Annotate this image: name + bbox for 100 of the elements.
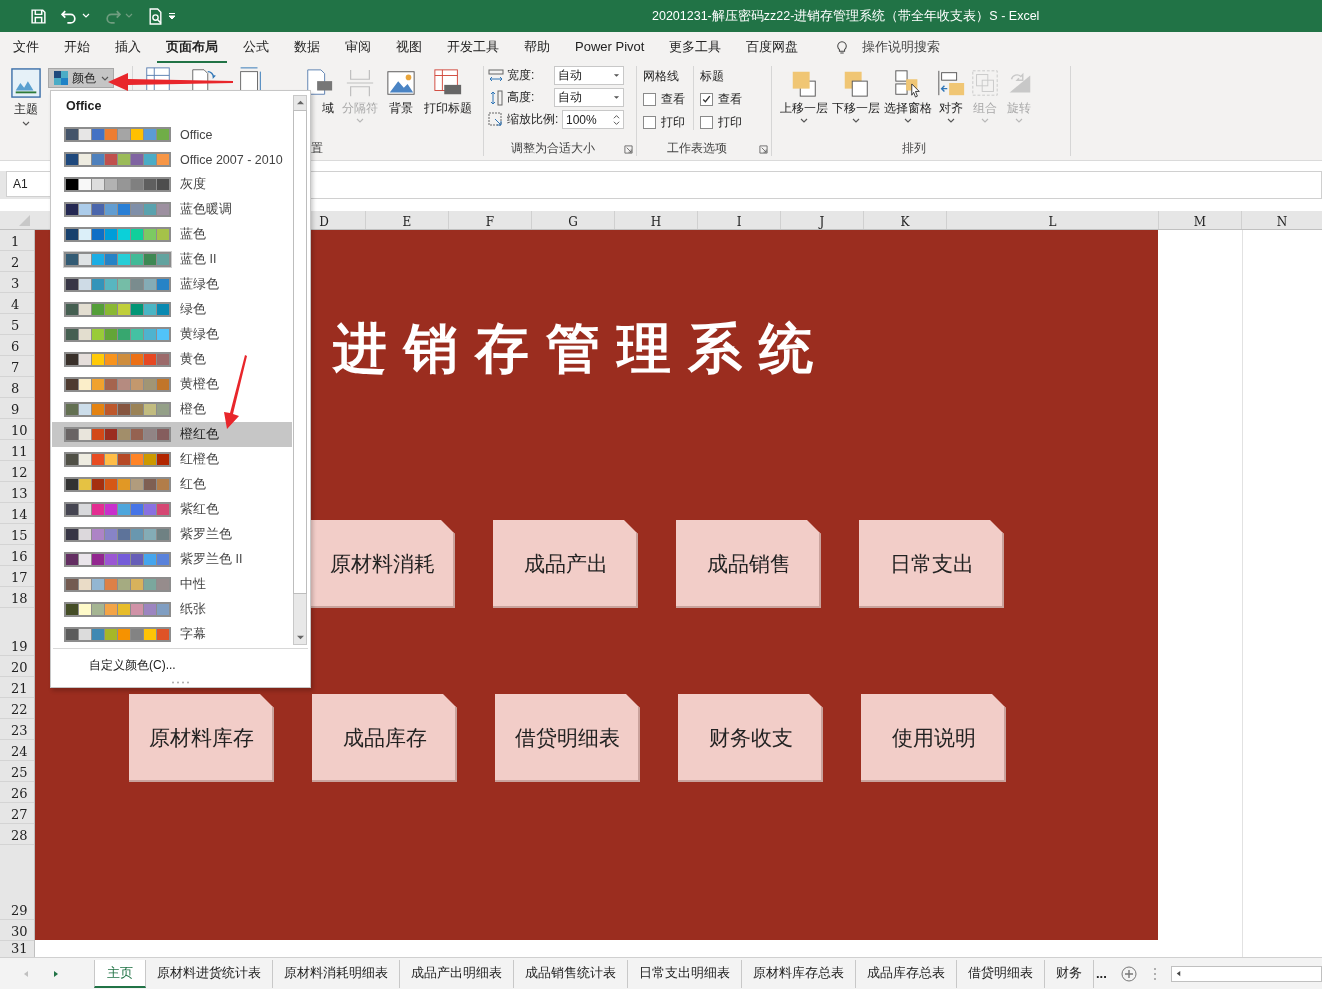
horizontal-scrollbar[interactable] bbox=[1170, 965, 1322, 982]
row-header[interactable]: 2 bbox=[0, 251, 34, 272]
theme-option[interactable]: 纸张 bbox=[52, 597, 292, 622]
row-header[interactable]: 22 bbox=[0, 698, 34, 719]
row-header[interactable]: 13 bbox=[0, 482, 34, 503]
theme-option[interactable]: 紫罗兰色 II bbox=[52, 547, 292, 572]
ribbon-tab[interactable]: Power Pivot bbox=[566, 33, 654, 61]
row-header[interactable]: 24 bbox=[0, 740, 34, 761]
row-header[interactable]: 23 bbox=[0, 719, 34, 740]
theme-option[interactable]: 黄橙色 bbox=[52, 372, 292, 397]
theme-option[interactable]: 红色 bbox=[52, 472, 292, 497]
dialog-launcher-icon[interactable] bbox=[624, 145, 633, 154]
ribbon-tab[interactable]: 数据 bbox=[285, 31, 329, 63]
ribbon-tab[interactable]: 百度网盘 bbox=[737, 31, 808, 63]
row-header[interactable]: 26 bbox=[0, 782, 34, 803]
sheet-tab[interactable]: 成品产出明细表 bbox=[400, 959, 514, 988]
theme-option[interactable]: 字幕 bbox=[52, 622, 292, 647]
row-header[interactable]: 19 bbox=[0, 608, 34, 656]
navigation-card[interactable]: 成品库存 bbox=[312, 694, 457, 782]
theme-option[interactable]: 蓝绿色 bbox=[52, 272, 292, 297]
row-header[interactable]: 14 bbox=[0, 503, 34, 524]
theme-option[interactable]: 紫罗兰色 bbox=[52, 522, 292, 547]
sheet-tab[interactable]: 成品销售统计表 bbox=[514, 959, 628, 988]
dialog-launcher-icon[interactable] bbox=[759, 145, 768, 154]
theme-option[interactable]: Office 2007 - 2010 bbox=[52, 147, 292, 172]
checkbox[interactable] bbox=[643, 93, 656, 106]
column-header[interactable]: I bbox=[697, 211, 780, 229]
ribbon-tab[interactable]: 视图 bbox=[387, 31, 431, 63]
sheet-tab[interactable]: 原材料进货统计表 bbox=[146, 959, 273, 988]
navigation-card[interactable]: 成品产出 bbox=[493, 520, 638, 608]
next-sheet-icon[interactable] bbox=[52, 969, 60, 978]
row-header[interactable]: 30 bbox=[0, 920, 34, 941]
row-header[interactable]: 27 bbox=[0, 803, 34, 824]
row-header[interactable]: 21 bbox=[0, 677, 34, 698]
column-header[interactable]: J bbox=[780, 211, 863, 229]
theme-option[interactable]: 中性 bbox=[52, 572, 292, 597]
resize-grip-icon[interactable] bbox=[171, 681, 191, 684]
row-header[interactable]: 7 bbox=[0, 356, 34, 377]
ribbon-tab[interactable]: 公式 bbox=[234, 31, 278, 63]
row-header[interactable]: 15 bbox=[0, 524, 34, 545]
row-header[interactable]: 10 bbox=[0, 419, 34, 440]
sheet-tab[interactable]: 成品库存总表 bbox=[856, 959, 957, 988]
theme-option[interactable]: 绿色 bbox=[52, 297, 292, 322]
sheet-tab[interactable]: 财务 bbox=[1045, 959, 1094, 988]
arrange-button[interactable]: 对齐 bbox=[934, 66, 968, 125]
column-header[interactable]: L bbox=[946, 211, 1158, 229]
search-field[interactable]: 操作说明搜索 bbox=[862, 38, 941, 56]
row-header[interactable]: 17 bbox=[0, 566, 34, 587]
navigation-card[interactable]: 财务收支 bbox=[678, 694, 823, 782]
arrange-button[interactable]: 上移一层 bbox=[778, 66, 830, 125]
checkbox[interactable] bbox=[700, 93, 713, 106]
sheet-tab[interactable]: 借贷明细表 bbox=[957, 959, 1045, 988]
page-setup-button[interactable]: 打印标题 bbox=[421, 66, 475, 125]
theme-option[interactable]: 红橙色 bbox=[52, 447, 292, 472]
colors-button[interactable]: 颜色 bbox=[48, 68, 114, 88]
arrange-button[interactable]: 下移一层 bbox=[830, 66, 882, 125]
column-header[interactable]: G bbox=[531, 211, 614, 229]
navigation-card[interactable]: 原材料消耗 bbox=[310, 520, 455, 608]
caret-icon[interactable] bbox=[82, 12, 90, 20]
checkbox[interactable] bbox=[700, 116, 713, 129]
theme-option[interactable]: 黄绿色 bbox=[52, 322, 292, 347]
sheet-tab[interactable]: 日常支出明细表 bbox=[628, 959, 742, 988]
sheet-tab[interactable]: 原材料消耗明细表 bbox=[273, 959, 400, 988]
sheet-tab[interactable]: 主页 bbox=[94, 959, 146, 988]
ribbon-tab[interactable]: 文件 bbox=[4, 31, 48, 63]
ribbon-tab[interactable]: 开始 bbox=[55, 31, 99, 63]
theme-option[interactable]: 灰度 bbox=[52, 172, 292, 197]
row-header[interactable]: 5 bbox=[0, 314, 34, 335]
row-header[interactable]: 8 bbox=[0, 377, 34, 398]
sheet-tab[interactable]: 原材料库存总表 bbox=[742, 959, 856, 988]
customize-icon[interactable] bbox=[168, 12, 176, 20]
ribbon-tab[interactable]: 更多工具 bbox=[660, 31, 731, 63]
theme-option[interactable]: 橙红色 bbox=[52, 422, 292, 447]
page-setup-button[interactable]: 背景 bbox=[383, 66, 419, 125]
scroll-up-icon[interactable] bbox=[295, 99, 305, 106]
ribbon-tab[interactable]: 插入 bbox=[106, 31, 150, 63]
column-header[interactable]: F bbox=[448, 211, 531, 229]
custom-colors-item[interactable]: 自定义颜色(C)... bbox=[89, 657, 176, 674]
ribbon-tab[interactable]: 开发工具 bbox=[438, 31, 508, 63]
row-header[interactable]: 12 bbox=[0, 461, 34, 482]
scroll-left-icon[interactable] bbox=[1174, 970, 1182, 977]
checkbox[interactable] bbox=[643, 116, 656, 129]
theme-option[interactable]: 黄色 bbox=[52, 347, 292, 372]
row-header[interactable]: 9 bbox=[0, 398, 34, 419]
ribbon-tab[interactable]: 帮助 bbox=[515, 31, 559, 63]
row-header[interactable]: 25 bbox=[0, 761, 34, 782]
scale-spinner[interactable]: 100% bbox=[562, 110, 624, 129]
navigation-card[interactable]: 日常支出 bbox=[859, 520, 1004, 608]
column-header[interactable]: H bbox=[614, 211, 697, 229]
column-header[interactable]: K bbox=[863, 211, 946, 229]
theme-option[interactable]: 紫红色 bbox=[52, 497, 292, 522]
ribbon-tab[interactable]: 审阅 bbox=[336, 31, 380, 63]
theme-option[interactable]: 橙色 bbox=[52, 397, 292, 422]
add-sheet-icon[interactable] bbox=[1120, 965, 1137, 982]
row-header[interactable]: 11 bbox=[0, 440, 34, 461]
navigation-card[interactable]: 成品销售 bbox=[676, 520, 821, 608]
row-header[interactable]: 29 bbox=[0, 845, 34, 920]
row-header[interactable]: 6 bbox=[0, 335, 34, 356]
column-header[interactable]: E bbox=[365, 211, 448, 229]
row-header[interactable]: 16 bbox=[0, 545, 34, 566]
